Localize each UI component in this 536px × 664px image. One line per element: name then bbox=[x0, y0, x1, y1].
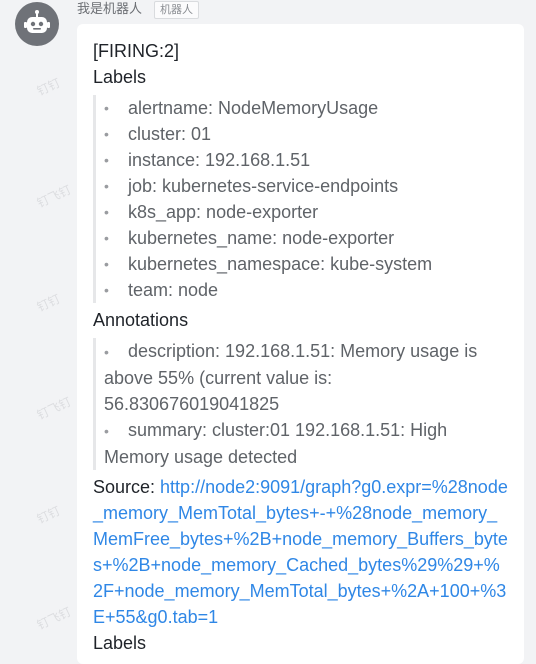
alert-title: [FIRING:2] bbox=[93, 41, 180, 61]
bot-tag: 机器人 bbox=[154, 1, 200, 19]
bullet-dot-icon: • bbox=[104, 344, 109, 360]
list-item: • kubernetes_namespace: kube-system bbox=[104, 251, 509, 277]
watermark: 钉飞钉 bbox=[34, 604, 74, 633]
bullet-dot-icon: • bbox=[104, 100, 109, 116]
message-bubble[interactable]: [FIRING:2] Labels • alertname: NodeMemor… bbox=[77, 24, 524, 664]
labels-list: • alertname: NodeMemoryUsage • cluster: … bbox=[93, 95, 509, 303]
list-item: • team: node bbox=[104, 277, 509, 303]
source-line: Source: http://node2:9091/graph?g0.expr=… bbox=[93, 474, 509, 630]
source-label: Source: bbox=[93, 477, 161, 497]
list-item: • kubernetes_name: node-exporter bbox=[104, 225, 509, 251]
list-item: • instance: 192.168.1.51 bbox=[104, 147, 509, 173]
watermark: 钉飞钉 bbox=[34, 182, 74, 211]
bullet-dot-icon: • bbox=[104, 230, 109, 246]
bullet-dot-icon: • bbox=[104, 204, 109, 220]
watermark: 钉钉 bbox=[34, 503, 63, 527]
list-item: • cluster: 01 bbox=[104, 121, 509, 147]
list-item: • description: 192.168.1.51: Memory usage… bbox=[104, 341, 478, 414]
bullet-dot-icon: • bbox=[104, 126, 109, 142]
annotations-heading: Annotations bbox=[93, 310, 189, 330]
labels-heading: Labels bbox=[93, 67, 147, 87]
watermark: 钉钉 bbox=[34, 291, 63, 315]
watermark: 钉钉 bbox=[34, 75, 63, 99]
robot-icon bbox=[24, 10, 50, 33]
sender-row: 我是机器人 机器人 bbox=[77, 0, 200, 20]
bullet-dot-icon: • bbox=[104, 282, 109, 298]
watermark: 钉飞钉 bbox=[34, 394, 74, 423]
bullet-dot-icon: • bbox=[104, 152, 109, 168]
avatar[interactable] bbox=[15, 2, 59, 46]
sender-name[interactable]: 我是机器人 bbox=[77, 1, 142, 19]
source-link[interactable]: http://node2:9091/graph?g0.expr=%28node_… bbox=[93, 477, 508, 627]
bullet-dot-icon: • bbox=[104, 423, 109, 439]
bullet-dot-icon: • bbox=[104, 178, 109, 194]
labels-heading-2: Labels bbox=[93, 633, 147, 653]
list-item: • k8s_app: node-exporter bbox=[104, 199, 509, 225]
annotations-list: • description: 192.168.1.51: Memory usage… bbox=[93, 338, 509, 470]
list-item: • summary: cluster:01 192.168.1.51: High … bbox=[104, 420, 448, 467]
bullet-dot-icon: • bbox=[104, 256, 109, 272]
list-item: • alertname: NodeMemoryUsage bbox=[104, 95, 509, 121]
list-item: • job: kubernetes-service-endpoints bbox=[104, 173, 509, 199]
